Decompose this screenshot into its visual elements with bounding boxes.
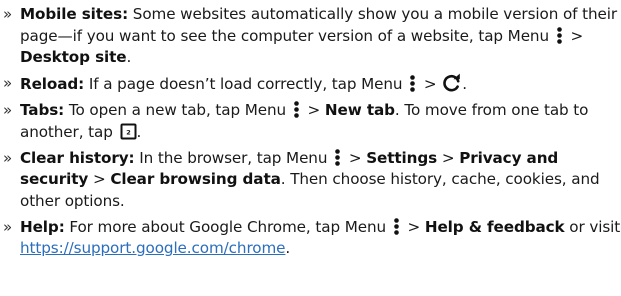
tip-reload: » Reload: If a page doesn’t load correct… xyxy=(0,73,621,96)
tip-text: For more about Google Chrome, tap Menu xyxy=(64,217,387,236)
bullet-chevron: » xyxy=(3,148,13,167)
tip-label: Help: xyxy=(20,217,65,236)
tip-label: Tabs: xyxy=(20,101,65,119)
separator: > xyxy=(565,26,584,45)
tip-text: To open a new tab, tap Menu xyxy=(64,101,287,119)
tips-list: » Mobile sites: Some websites automatica… xyxy=(0,0,621,260)
bullet-chevron: » xyxy=(3,74,13,92)
tip-end: . xyxy=(285,239,291,257)
tip-label: Mobile sites: xyxy=(20,5,129,23)
bullet-chevron: » xyxy=(3,101,13,119)
tip-help: » Help: For more about Google Chrome, ta… xyxy=(0,217,621,260)
bullet-chevron: » xyxy=(3,217,13,236)
tip-text: In the browser, tap Menu xyxy=(134,148,328,167)
more-vert-icon xyxy=(410,75,415,92)
tip-text: If a page doesn’t load correctly, tap Me… xyxy=(84,75,403,93)
separator: > xyxy=(437,148,460,167)
tip-end: . xyxy=(462,75,467,93)
more-vert-icon xyxy=(393,217,399,235)
separator: > xyxy=(402,217,425,236)
bullet-chevron: » xyxy=(3,5,13,23)
tip-label: Clear history: xyxy=(20,148,135,167)
menu-option-new-tab: New tab xyxy=(324,101,395,119)
support-link[interactable]: https://support.google.com/chrome xyxy=(20,239,286,257)
separator: > xyxy=(88,170,111,188)
tip-end: . xyxy=(126,48,132,66)
menu-option-clear-browsing-data: Clear browsing data xyxy=(110,170,281,188)
reload-icon xyxy=(443,73,461,92)
tip-clear-history: » Clear history: In the browser, tap Men… xyxy=(0,148,621,213)
more-vert-icon xyxy=(335,148,340,166)
tip-end: . xyxy=(136,122,142,141)
separator: > xyxy=(419,75,442,93)
more-vert-icon xyxy=(556,26,562,44)
tip-tabs: » Tabs: To open a new tab, tap Menu > Ne… xyxy=(0,100,621,143)
tab-count: 2 xyxy=(126,128,130,136)
tab-switcher-icon: 2 xyxy=(120,123,136,139)
separator: > xyxy=(302,101,325,119)
menu-option-settings: Settings xyxy=(366,148,438,167)
tip-label: Reload: xyxy=(20,75,85,93)
more-vert-icon xyxy=(293,101,299,118)
separator: > xyxy=(344,148,367,167)
menu-option-desktop-site: Desktop site xyxy=(20,48,127,66)
tip-text: or visit xyxy=(564,217,621,236)
tip-mobile-sites: » Mobile sites: Some websites automatica… xyxy=(0,4,621,69)
menu-option-help-feedback: Help & feedback xyxy=(424,217,565,236)
